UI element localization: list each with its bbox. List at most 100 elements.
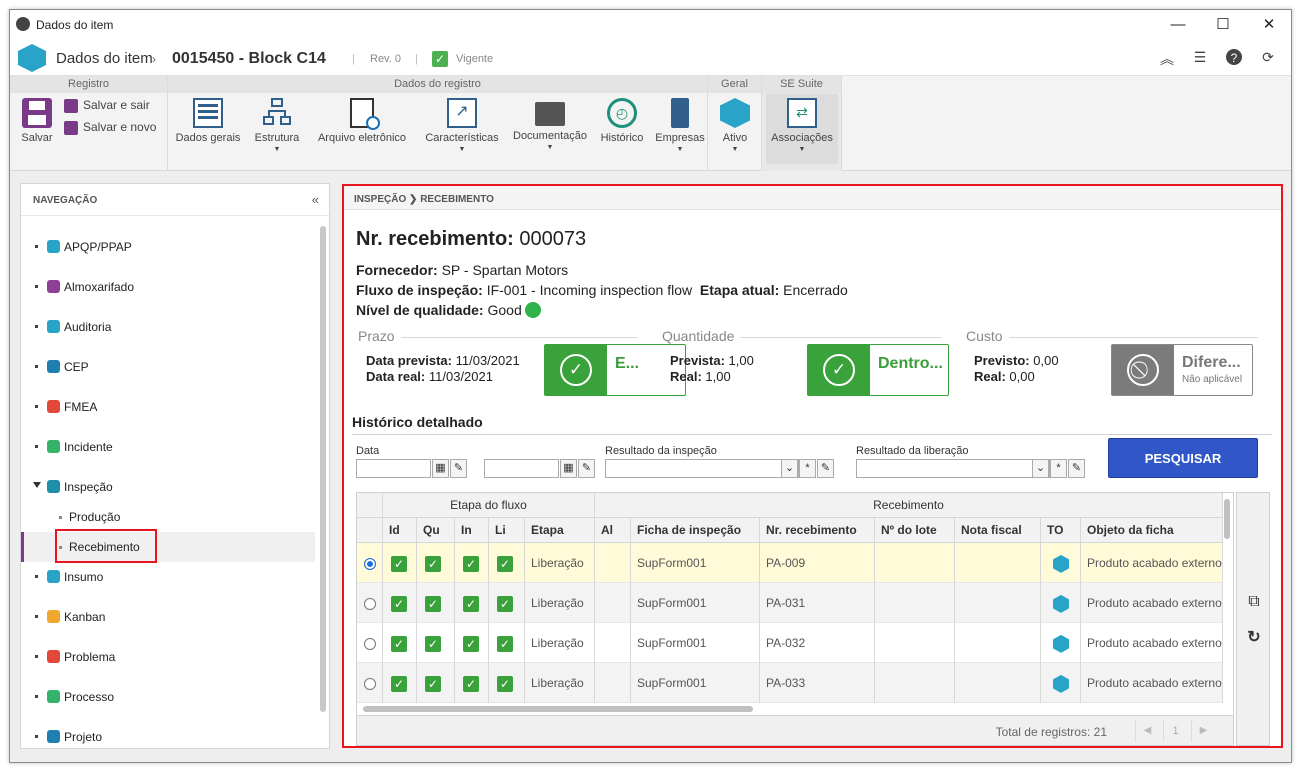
close-button[interactable]: ✕ xyxy=(1246,10,1291,40)
page-number[interactable]: 1 xyxy=(1163,720,1187,742)
sidebar-item-kanban[interactable]: Kanban xyxy=(21,602,315,632)
sidebar-item-projeto[interactable]: Projeto xyxy=(21,722,315,752)
search-button[interactable]: PESQUISAR xyxy=(1108,438,1258,478)
dados-gerais-button[interactable]: Dados gerais xyxy=(172,98,244,144)
collapse-icon[interactable]: « xyxy=(312,192,319,207)
estrutura-button[interactable]: Estrutura ▼ xyxy=(250,98,304,153)
empresas-button[interactable]: Empresas ▼ xyxy=(652,98,708,153)
history-grid: Etapa do fluxo Recebimento Id Qu In Li Etapa… xyxy=(356,492,1234,746)
horizontal-scrollbar[interactable] xyxy=(363,706,753,712)
column-header[interactable]: Al xyxy=(595,518,631,543)
sidebar-item-almoxarifado[interactable]: Almoxarifado xyxy=(21,272,315,302)
column-header[interactable]: Qu xyxy=(417,518,455,543)
historico-button[interactable]: ◴ Histórico xyxy=(596,98,648,144)
date-end-input[interactable] xyxy=(484,459,559,478)
column-header[interactable]: Etapa xyxy=(525,518,595,543)
sidebar-item-label: Almoxarifado xyxy=(64,280,135,294)
table-row[interactable]: ✓ ✓ ✓ ✓ Liberação SupForm001 PA-031 Produto aca… xyxy=(357,583,1223,623)
row-radio[interactable] xyxy=(364,597,376,610)
sidebar-item-incidente[interactable]: Incidente xyxy=(21,432,315,462)
sidebar-item-processo[interactable]: Processo xyxy=(21,682,315,712)
refresh-icon[interactable]: ⟳ xyxy=(1259,49,1277,67)
prazo-status-card[interactable]: ✓ E... xyxy=(544,344,686,396)
help-icon[interactable]: ? xyxy=(1226,49,1242,65)
chevron-down-icon[interactable]: ⌄ xyxy=(1032,459,1049,478)
save-new-button[interactable]: Salvar e novo xyxy=(64,120,156,135)
vertical-scrollbar[interactable] xyxy=(1224,499,1230,539)
table-cell xyxy=(955,543,1041,583)
column-header[interactable]: Nota fiscal xyxy=(955,518,1041,543)
caret-down-icon xyxy=(33,482,41,488)
sidebar-item-inspe-o[interactable]: Inspeção xyxy=(21,472,315,502)
table-cell xyxy=(595,583,631,623)
asterisk-icon[interactable]: * xyxy=(799,459,816,478)
app-logo-icon xyxy=(18,44,46,72)
double-chevron-up-icon[interactable]: ︽ xyxy=(1158,49,1176,67)
asterisk-icon[interactable]: * xyxy=(1050,459,1067,478)
clear-icon[interactable]: ✎ xyxy=(450,459,467,478)
inspection-result-select[interactable] xyxy=(605,459,799,478)
table-cell: PA-033 xyxy=(760,663,875,703)
navigation-scrollbar[interactable] xyxy=(320,226,326,712)
app-window: Dados do item — ☐ ✕ Dados do item › 0015… xyxy=(9,9,1292,763)
column-header[interactable]: Nº do lote xyxy=(875,518,955,543)
clear-icon[interactable]: ✎ xyxy=(1068,459,1085,478)
view-columns-icon[interactable]: ⧉ xyxy=(1244,593,1264,613)
column-header[interactable]: In xyxy=(455,518,489,543)
calendar-icon[interactable]: ▦ xyxy=(560,459,577,478)
minimize-button[interactable]: — xyxy=(1155,10,1201,40)
refresh-icon[interactable]: ↻ xyxy=(1244,627,1264,647)
check-icon: ✓ xyxy=(425,555,441,572)
page-title: Nr. recebimento: 000073 xyxy=(356,228,586,251)
table-cell: Produto acabado externo xyxy=(1081,543,1223,583)
window-title: Dados do item xyxy=(36,18,114,32)
sidebar-item-fmea[interactable]: FMEA xyxy=(21,392,315,422)
sidebar-item-cep[interactable]: CEP xyxy=(21,352,315,382)
list-icon[interactable]: ☰ xyxy=(1191,49,1209,67)
save-exit-label: Salvar e sair xyxy=(83,98,150,112)
associacoes-button[interactable]: ⇄ Associações ▼ xyxy=(766,94,838,164)
chevron-down-icon[interactable]: ⌄ xyxy=(781,459,798,478)
save-exit-button[interactable]: Salvar e sair xyxy=(64,98,150,113)
inspection-result-label: Resultado da inspeção xyxy=(605,445,717,457)
sidebar-item-insumo[interactable]: Insumo xyxy=(21,562,315,592)
table-cell: ✓ xyxy=(489,583,525,623)
check-icon: ✓ xyxy=(463,595,479,612)
table-row[interactable]: ✓ ✓ ✓ ✓ Liberação SupForm001 PA-009 Produto aca… xyxy=(357,543,1223,583)
column-header[interactable]: Ficha de inspeção xyxy=(631,518,760,543)
quantidade-status-card[interactable]: ✓ Dentro... xyxy=(807,344,949,396)
column-header[interactable]: Li xyxy=(489,518,525,543)
custo-status-card[interactable]: ⃠ Difere... Não aplicável xyxy=(1111,344,1253,396)
date-start-input[interactable] xyxy=(356,459,431,478)
column-header[interactable]: Id xyxy=(383,518,417,543)
table-row[interactable]: ✓ ✓ ✓ ✓ Liberação SupForm001 PA-032 Produto aca… xyxy=(357,623,1223,663)
sidebar-item-problema[interactable]: Problema xyxy=(21,642,315,672)
prev-page-icon[interactable]: ◀ xyxy=(1135,720,1159,742)
clear-icon[interactable]: ✎ xyxy=(817,459,834,478)
documentacao-button[interactable]: Documentação ▼ xyxy=(510,98,590,151)
association-icon: ⇄ xyxy=(787,98,817,128)
maximize-button[interactable]: ☐ xyxy=(1200,10,1246,40)
save-button[interactable]: Salvar xyxy=(16,98,58,144)
arquivo-eletronico-button[interactable]: Arquivo eletrônico xyxy=(310,98,414,144)
row-radio[interactable] xyxy=(364,557,376,570)
caracteristicas-button[interactable]: ↗ Características ▼ xyxy=(420,98,504,153)
table-row[interactable]: ✓ ✓ ✓ ✓ Liberação SupForm001 PA-033 Produto aca… xyxy=(357,663,1223,703)
column-header[interactable]: Nr. recebimento xyxy=(760,518,875,543)
clear-icon[interactable]: ✎ xyxy=(578,459,595,478)
release-result-select[interactable] xyxy=(856,459,1050,478)
module-icon xyxy=(47,730,60,743)
breadcrumb-item[interactable]: INSPEÇÃO xyxy=(354,194,406,205)
sidebar-item-apqp-ppap[interactable]: APQP/PPAP xyxy=(21,232,315,262)
next-page-icon[interactable]: ▶ xyxy=(1191,720,1215,742)
table-cell: Produto acabado externo xyxy=(1081,663,1223,703)
check-icon: ✓ xyxy=(425,675,441,692)
row-radio[interactable] xyxy=(364,637,376,650)
sidebar-item-produ-o[interactable]: Produção xyxy=(21,502,315,532)
column-header[interactable]: Objeto da ficha xyxy=(1081,518,1223,543)
sidebar-item-auditoria[interactable]: Auditoria xyxy=(21,312,315,342)
calendar-icon[interactable]: ▦ xyxy=(432,459,449,478)
column-header[interactable]: TO xyxy=(1041,518,1081,543)
row-radio[interactable] xyxy=(364,677,376,690)
ativo-button[interactable]: Ativo ▼ xyxy=(712,98,758,153)
